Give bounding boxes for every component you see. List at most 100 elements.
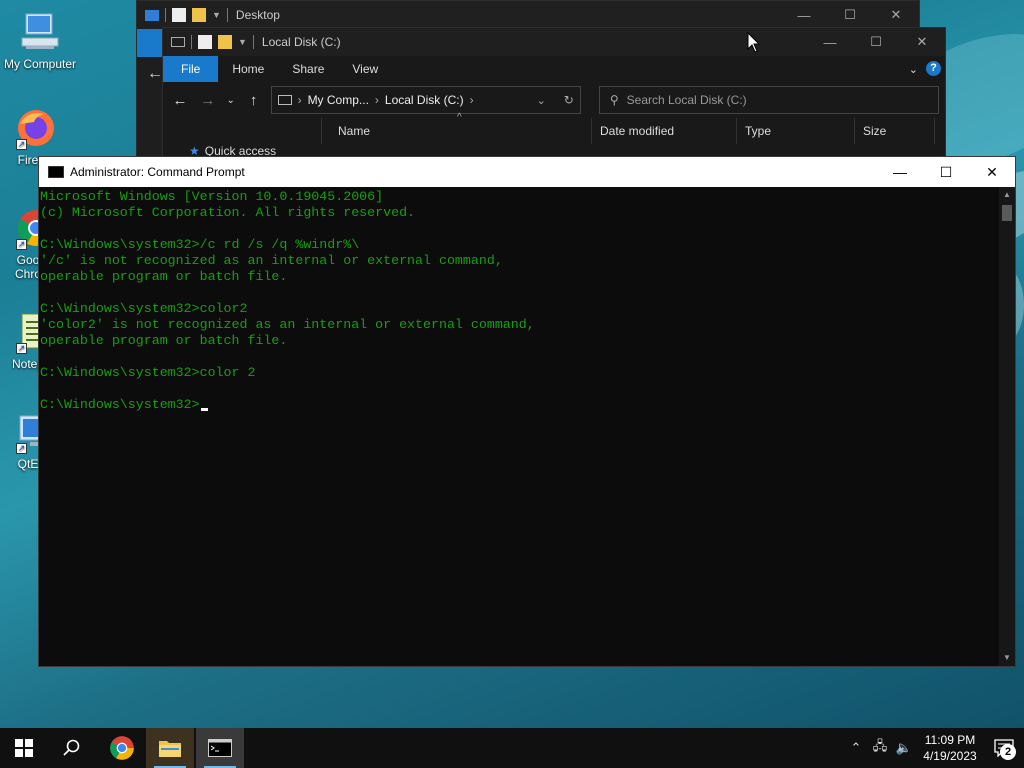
close-button[interactable]: ✕ (899, 28, 945, 56)
forward-button[interactable]: → (197, 92, 219, 109)
console-line: C:\Windows\system32> (40, 397, 999, 413)
column-label: Name (338, 124, 371, 138)
tab-file[interactable]: File (163, 56, 219, 82)
minimize-button[interactable]: — (807, 28, 853, 56)
properties-icon[interactable] (198, 35, 212, 49)
column-name[interactable]: Name ^ (321, 112, 592, 144)
network-icon[interactable]: 🖧 (868, 737, 892, 759)
folder-icon (145, 9, 159, 21)
column-headers: Name ^ Date modified Type Size (163, 112, 945, 144)
console-line: Microsoft Windows [Version 10.0.19045.20… (40, 189, 384, 204)
desktop-icon-my-computer[interactable]: My Computer (0, 10, 80, 71)
column-date-modified[interactable]: Date modified (592, 118, 737, 144)
chevron-right-icon: › (297, 93, 302, 107)
column-label: Size (863, 124, 887, 138)
drive-icon (171, 37, 185, 47)
maximize-button[interactable]: ☐ (827, 1, 873, 29)
taskbar-command-prompt[interactable] (196, 728, 244, 768)
expand-ribbon-icon[interactable]: ⌄ (909, 56, 926, 82)
breadcrumb-my-computer[interactable]: My Comp... (308, 93, 369, 107)
shortcut-arrow-icon: ↗ (16, 343, 27, 354)
taskbar-chrome[interactable] (98, 728, 146, 768)
scrollbar[interactable]: ▲ ▼ (999, 187, 1015, 666)
column-size[interactable]: Size (855, 118, 935, 144)
minimize-button[interactable]: — (877, 158, 923, 186)
column-label: Type (745, 124, 772, 138)
column-type[interactable]: Type (737, 118, 855, 144)
separator (191, 35, 192, 49)
tab-home[interactable]: Home (218, 56, 278, 82)
title-bar[interactable]: ▼ Desktop — ☐ ✕ (137, 1, 919, 29)
address-dropdown-icon[interactable]: ⌄ (537, 94, 546, 107)
properties-icon[interactable] (172, 8, 186, 22)
notification-count: 2 (1000, 744, 1016, 760)
recent-locations-button[interactable]: ⌄ (225, 95, 237, 106)
ribbon: File Home Share View ⌄ ? (163, 56, 945, 82)
ribbon-file-tab-partial[interactable] (137, 29, 163, 57)
chevron-down-icon[interactable]: ▼ (238, 37, 247, 47)
address-toolbar: ← → ⌄ ↑ › My Comp... › Local Disk (C:) ›… (163, 82, 945, 118)
shortcut-arrow-icon: ↗ (16, 139, 27, 150)
console-line: C:\Windows\system32>color 2 (40, 365, 256, 380)
chevron-up-icon[interactable]: ⌃ (844, 740, 868, 756)
command-prompt-window[interactable]: Administrator: Command Prompt — ☐ ✕ Micr… (38, 156, 1016, 667)
column-label: Date modified (600, 124, 675, 138)
maximize-button[interactable]: ☐ (923, 158, 969, 186)
minimize-button[interactable]: — (781, 1, 827, 29)
clock[interactable]: 11:09 PM 4/19/2023 (916, 732, 984, 764)
search-input[interactable]: Search Local Disk (C:) (627, 93, 747, 107)
search-icon (63, 739, 80, 756)
console-line: operable program or batch file. (40, 333, 288, 348)
window-title: Administrator: Command Prompt (70, 165, 245, 179)
cmd-icon (208, 739, 232, 757)
console-line: operable program or batch file. (40, 269, 288, 284)
help-icon[interactable]: ? (926, 61, 941, 76)
new-folder-icon[interactable] (192, 8, 206, 22)
chrome-icon (110, 736, 134, 760)
close-button[interactable]: ✕ (969, 158, 1015, 186)
shortcut-arrow-icon: ↗ (16, 443, 27, 454)
close-button[interactable]: ✕ (873, 1, 919, 29)
new-folder-icon[interactable] (218, 35, 232, 49)
volume-icon[interactable]: 🔈 (892, 740, 916, 756)
tab-view[interactable]: View (338, 56, 392, 82)
search-button[interactable] (48, 728, 96, 768)
computer-icon (18, 10, 62, 54)
shortcut-arrow-icon: ↗ (16, 239, 27, 250)
up-button[interactable]: ↑ (243, 92, 265, 109)
title-bar[interactable]: ▼ Local Disk (C:) — ☐ ✕ (163, 28, 945, 56)
console-line: C:\Windows\system32>color2 (40, 301, 248, 316)
clock-date: 4/19/2023 (923, 749, 977, 763)
back-arrow-icon[interactable]: ← (147, 65, 163, 83)
drive-icon (277, 95, 292, 105)
taskbar-file-explorer[interactable] (146, 728, 194, 768)
scroll-thumb[interactable] (1002, 205, 1012, 221)
scroll-down-icon[interactable]: ▼ (999, 650, 1015, 666)
taskbar: ⌃ 🖧 🔈 11:09 PM 4/19/2023 2 (0, 728, 1024, 768)
title-bar[interactable]: Administrator: Command Prompt — ☐ ✕ (39, 157, 1015, 187)
address-bar[interactable]: › My Comp... › Local Disk (C:) › ⌄ ↻ (270, 86, 581, 114)
search-icon: ⚲ (609, 93, 619, 107)
refresh-icon[interactable]: ↻ (564, 93, 574, 107)
breadcrumb-local-disk[interactable]: Local Disk (C:) (385, 93, 464, 107)
system-tray: ⌃ 🖧 🔈 11:09 PM 4/19/2023 2 (844, 728, 1024, 768)
folder-icon (159, 741, 181, 757)
separator (226, 8, 228, 22)
console-line: C:\Windows\system32>/c rd /s /q %windr%\ (40, 237, 360, 252)
chevron-down-icon[interactable]: ▼ (212, 10, 221, 20)
tab-share[interactable]: Share (278, 56, 338, 82)
action-center-button[interactable]: 2 (984, 728, 1024, 768)
back-button[interactable]: ← (169, 92, 191, 109)
text-cursor (200, 408, 208, 411)
start-button[interactable] (0, 728, 48, 768)
desktop-icon-label: My Computer (3, 57, 77, 71)
console-line: '/c' is not recognized as an internal or… (40, 253, 503, 268)
cmd-icon (48, 166, 64, 178)
search-box[interactable]: ⚲ Search Local Disk (C:) (598, 86, 939, 114)
clock-time: 11:09 PM (924, 733, 976, 747)
scroll-up-icon[interactable]: ▲ (999, 187, 1015, 203)
console-output[interactable]: Microsoft Windows [Version 10.0.19045.20… (39, 187, 999, 666)
maximize-button[interactable]: ☐ (853, 28, 899, 56)
